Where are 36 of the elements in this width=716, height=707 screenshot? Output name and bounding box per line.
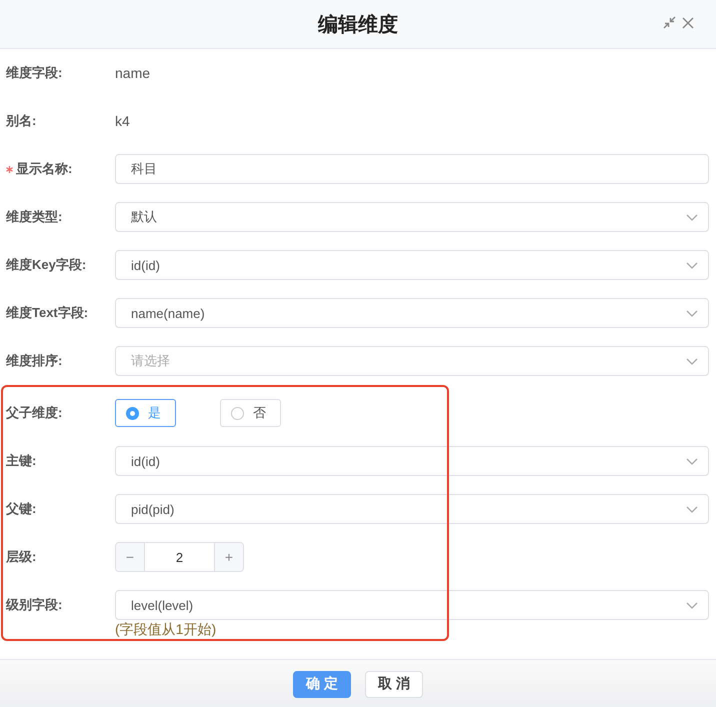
radio-button[interactable]: 否 — [220, 399, 281, 427]
radio-selected-icon — [126, 406, 139, 420]
select-field[interactable]: id(id) — [115, 250, 709, 280]
caret-icon — [686, 214, 698, 220]
select-field[interactable]: id(id) — [115, 446, 709, 476]
field-label: 显示名称: — [16, 160, 72, 178]
field-value: name — [115, 65, 150, 81]
field-label: 维度字段: — [6, 64, 62, 82]
caret-icon — [686, 262, 698, 268]
field-label: 主键: — [6, 452, 36, 470]
collapse-icon[interactable] — [663, 16, 676, 29]
hint-text: (字段值从1开始) — [115, 621, 216, 639]
radio-empty-icon — [231, 406, 244, 420]
field-value: k4 — [115, 113, 130, 129]
caret-icon — [686, 458, 698, 464]
select-field[interactable]: pid(pid) — [115, 494, 709, 524]
field-label: 层级: — [6, 548, 36, 566]
field-label: 别名: — [6, 112, 36, 130]
caret-icon — [686, 506, 698, 512]
close-icon[interactable] — [682, 16, 694, 28]
dialog-title: 编辑维度 — [318, 12, 398, 38]
select-field[interactable]: 默认 — [115, 202, 709, 232]
caret-icon — [686, 310, 698, 316]
caret-icon — [686, 602, 698, 608]
field-label: 父子维度: — [6, 404, 62, 422]
field-label: 维度排序: — [6, 352, 62, 370]
field-label: 维度类型: — [6, 208, 62, 226]
field-label: 维度Key字段: — [6, 256, 86, 274]
input-field[interactable]: 科目 — [115, 154, 709, 184]
field-label: 父键: — [6, 500, 36, 518]
field-label: 级别字段: — [6, 596, 62, 614]
field-label: 维度Text字段: — [6, 304, 88, 322]
caret-icon — [686, 358, 698, 364]
cancel-button[interactable]: 取 消 — [365, 670, 423, 698]
select-field[interactable]: level(level) — [115, 590, 709, 620]
select-field[interactable]: name(name) — [115, 298, 709, 328]
